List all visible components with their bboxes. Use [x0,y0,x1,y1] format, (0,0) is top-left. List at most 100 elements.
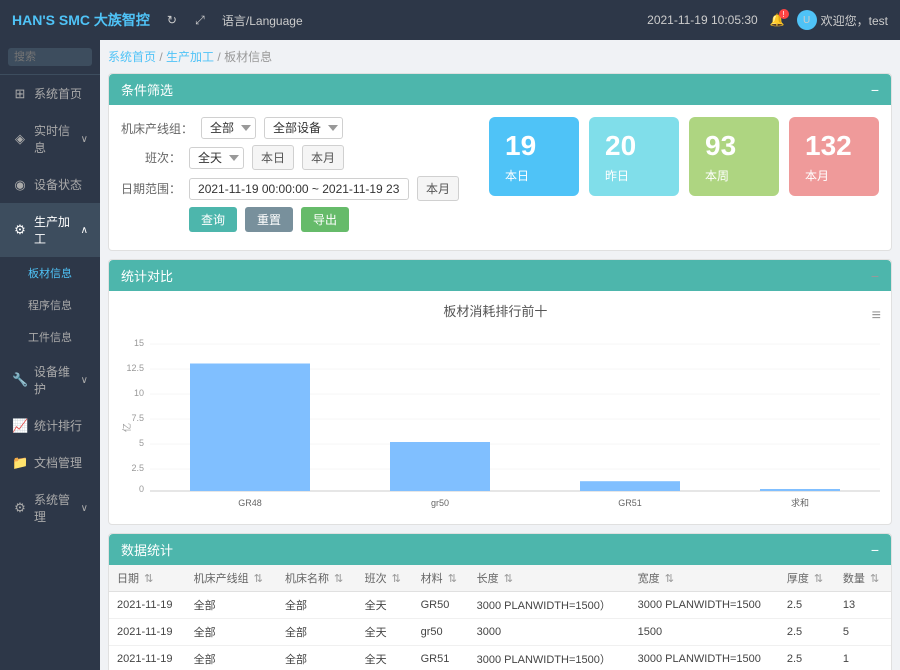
cell-length: 3000 [469,619,630,646]
reset-button[interactable]: 重置 [245,207,293,232]
data-table-body: 日期 ⇅ 机床产线组 ⇅ 机床名称 ⇅ [109,565,891,670]
notification-icon[interactable]: 🔔 ! [770,13,785,27]
cell-length: 3000 PLANWIDTH=1500） [469,646,630,670]
sidebar-item-label: 系统管理 [34,491,75,525]
this-month-button[interactable]: 本月 [417,176,459,201]
stats-section: 19 本日 20 昨日 93 本周 [469,117,879,196]
user-info[interactable]: U 欢迎您，test [797,10,888,30]
dashboard-icon: ⊞ [12,86,28,102]
col-date[interactable]: 日期 ⇅ [109,565,186,592]
export-button[interactable]: 导出 [301,207,349,232]
cell-width: 3000 PLANWIDTH=1500 [630,592,779,619]
sidebar-item-equipment-status[interactable]: ◉ 设备状态 [0,166,100,203]
machine-type-select[interactable]: 全部 [201,117,256,139]
sidebar-item-realtime[interactable]: ◈ 实时信息 ∨ [0,112,100,166]
search-input[interactable] [8,48,92,66]
stat-num-today: 19 [505,129,563,163]
col-length[interactable]: 长度 ⇅ [469,565,630,592]
svg-text:gr50: gr50 [431,498,449,508]
shift-label: 班次： [121,149,181,166]
chart-menu-icon[interactable]: − [871,268,879,284]
sidebar-item-system[interactable]: ⚙ 系统管理 ∨ [0,481,100,535]
cell-material: gr50 [413,619,469,646]
col-machine[interactable]: 机床名称 ⇅ [277,565,357,592]
bar-gr50 [390,442,490,491]
cell-shift: 全天 [357,646,413,670]
breadcrumb-home[interactable]: 系统首页 [108,50,156,64]
filter-section: 机床产线组： 全部 全部设备 班次： 全天 [121,117,459,238]
cell-length: 3000 PLANWIDTH=1500） [469,592,630,619]
sidebar-sub-work-info[interactable]: 工件信息 [0,321,100,353]
header-icons: ↻ ⤢ [162,10,210,30]
sidebar-item-dashboard[interactable]: ⊞ 系统首页 [0,75,100,112]
breadcrumb-production[interactable]: 生产加工 [166,50,214,64]
month-button[interactable]: 本月 [302,145,344,170]
col-thickness[interactable]: 厚度 ⇅ [779,565,835,592]
table-panel-toggle-icon[interactable]: − [871,542,879,558]
chart-options-icon[interactable]: ≡ [872,307,881,325]
date-range-input[interactable] [189,178,409,200]
col-count[interactable]: 数量 ⇅ [835,565,891,592]
cell-material: GR50 [413,592,469,619]
sort-icon-width: ⇅ [665,573,674,585]
refresh-icon[interactable]: ↻ [162,10,182,30]
sidebar-item-equipment-maintain[interactable]: 🔧 设备维护 ∨ [0,353,100,407]
realtime-icon: ◈ [12,131,28,147]
sidebar-item-label: 文档管理 [34,454,88,471]
maintain-icon: 🔧 [12,372,28,388]
cell-thickness: 2.5 [779,592,835,619]
stat-card-month: 132 本月 [789,117,879,196]
col-material[interactable]: 材料 ⇅ [413,565,469,592]
table-row: 2021-11-19 全部 全部 全天 gr50 3000 1500 2.5 5 [109,619,891,646]
cell-count: 5 [835,619,891,646]
today-button[interactable]: 本日 [252,145,294,170]
sidebar-item-statistics[interactable]: 📈 统计排行 [0,407,100,444]
sidebar-item-label: 系统首页 [34,85,88,102]
stat-card-week: 93 本周 [689,117,779,196]
notif-badge: ! [779,9,789,19]
date-label: 日期范围： [121,180,181,197]
fullscreen-icon[interactable]: ⤢ [190,10,210,30]
stat-label-yesterday: 昨日 [605,167,663,184]
data-table-panel-header: 数据统计 − [109,534,891,565]
user-avatar: U [797,10,817,30]
table-row: 2021-11-19 全部 全部 全天 GR50 3000 PLANWIDTH=… [109,592,891,619]
sidebar-sub-panel-info[interactable]: 板材信息 [0,257,100,289]
sub-item-label: 程序信息 [28,297,72,313]
chart-title: 板材消耗排行前十 [119,301,872,320]
cell-machine: 全部 [277,646,357,670]
sidebar-item-production[interactable]: ⚙ 生产加工 ∧ [0,203,100,257]
col-machine-group[interactable]: 机床产线组 ⇅ [186,565,277,592]
sidebar-item-files[interactable]: 📁 文档管理 [0,444,100,481]
col-shift[interactable]: 班次 ⇅ [357,565,413,592]
search-box [0,40,100,75]
shift-select[interactable]: 全天 [189,147,244,169]
chevron-down-icon: ∨ [81,375,88,386]
svg-text:2.5: 2.5 [131,463,144,473]
cell-shift: 全天 [357,619,413,646]
data-table-title: 数据统计 [121,540,173,559]
col-width[interactable]: 宽度 ⇅ [630,565,779,592]
bar-GR48 [190,364,310,492]
machine-type-label: 机床产线组： [121,120,193,137]
cell-thickness: 2.5 [779,646,835,670]
chart-svg: 15 12.5 10 7.5 5 2.5 0 亿 [119,334,881,514]
chart-panel-title: 统计对比 [121,266,173,285]
sort-icon-length: ⇅ [504,573,513,585]
chevron-down-icon: ∨ [81,503,88,514]
sidebar-sub-process-info[interactable]: 程序信息 [0,289,100,321]
sidebar-item-label: 生产加工 [34,213,75,247]
chevron-up-icon: ∧ [81,225,88,236]
cell-machine-group: 全部 [186,592,277,619]
table-header: 日期 ⇅ 机床产线组 ⇅ 机床名称 ⇅ [109,565,891,592]
panel-toggle-icon[interactable]: − [871,82,879,98]
main-content: 系统首页 / 生产加工 / 板材信息 条件筛选 − 机床产线组： 全部 [100,40,900,670]
sub-item-label: 工件信息 [28,329,72,345]
sidebar-item-label: 统计排行 [34,417,88,434]
search-button[interactable]: 查询 [189,207,237,232]
machine-select[interactable]: 全部设备 [264,117,343,139]
cell-machine-group: 全部 [186,619,277,646]
language-button[interactable]: 语言/Language [222,12,303,29]
svg-text:GR51: GR51 [618,498,642,508]
filter-row-machine: 机床产线组： 全部 全部设备 [121,117,459,139]
